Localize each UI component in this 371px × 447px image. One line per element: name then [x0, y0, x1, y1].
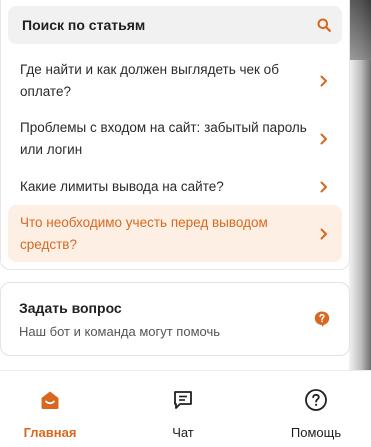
- tab-home[interactable]: Главная: [5, 387, 95, 440]
- article-item-withdrawal[interactable]: Что необходимо учесть перед выводом сред…: [8, 205, 342, 262]
- article-item-limits[interactable]: Какие лимиты вывода на сайте?: [8, 174, 342, 200]
- tab-home-label: Главная: [23, 425, 77, 440]
- search-icon[interactable]: [316, 17, 332, 33]
- tab-help-label: Помощь: [290, 425, 342, 440]
- article-item-label: Что необходимо учесть перед выводом сред…: [20, 214, 268, 252]
- tab-chat[interactable]: Чат: [138, 387, 228, 440]
- ask-question-subtitle: Наш бот и команда могут помочь: [19, 323, 220, 339]
- article-item-receipt[interactable]: Где найти и как должен выглядеть чек об …: [8, 58, 342, 104]
- chevron-right-icon: [318, 228, 330, 240]
- tab-help[interactable]: Помощь: [271, 387, 361, 440]
- chevron-right-icon: [318, 75, 330, 87]
- chat-icon: [170, 387, 196, 413]
- article-item-login[interactable]: Проблемы с входом на сайт: забытый парол…: [8, 116, 342, 162]
- ask-question-title: Задать вопрос: [19, 299, 122, 316]
- article-item-label: Какие лимиты вывода на сайте?: [20, 179, 224, 194]
- search-label: Поиск по статьям: [22, 17, 146, 33]
- article-item-label: Где найти и как должен выглядеть чек об …: [20, 62, 279, 99]
- background-edge-top: [349, 0, 371, 60]
- tab-chat-label: Чат: [172, 425, 194, 440]
- chevron-right-icon: [318, 181, 330, 193]
- article-item-label: Проблемы с входом на сайт: забытый парол…: [20, 120, 307, 157]
- articles-card: Поиск по статьям Где найти и как должен …: [0, 0, 350, 270]
- search-articles-bar[interactable]: Поиск по статьям: [8, 6, 342, 44]
- ask-question-text: Задать вопрос Наш бот и команда могут по…: [19, 300, 220, 339]
- bottom-tab-bar: Главная Чат Помощь: [0, 371, 371, 447]
- help-icon: [303, 387, 329, 413]
- question-bubble-icon: [313, 310, 331, 328]
- ask-question-card[interactable]: Задать вопрос Наш бот и команда могут по…: [0, 282, 350, 356]
- chevron-right-icon: [318, 133, 330, 145]
- home-icon: [37, 387, 63, 413]
